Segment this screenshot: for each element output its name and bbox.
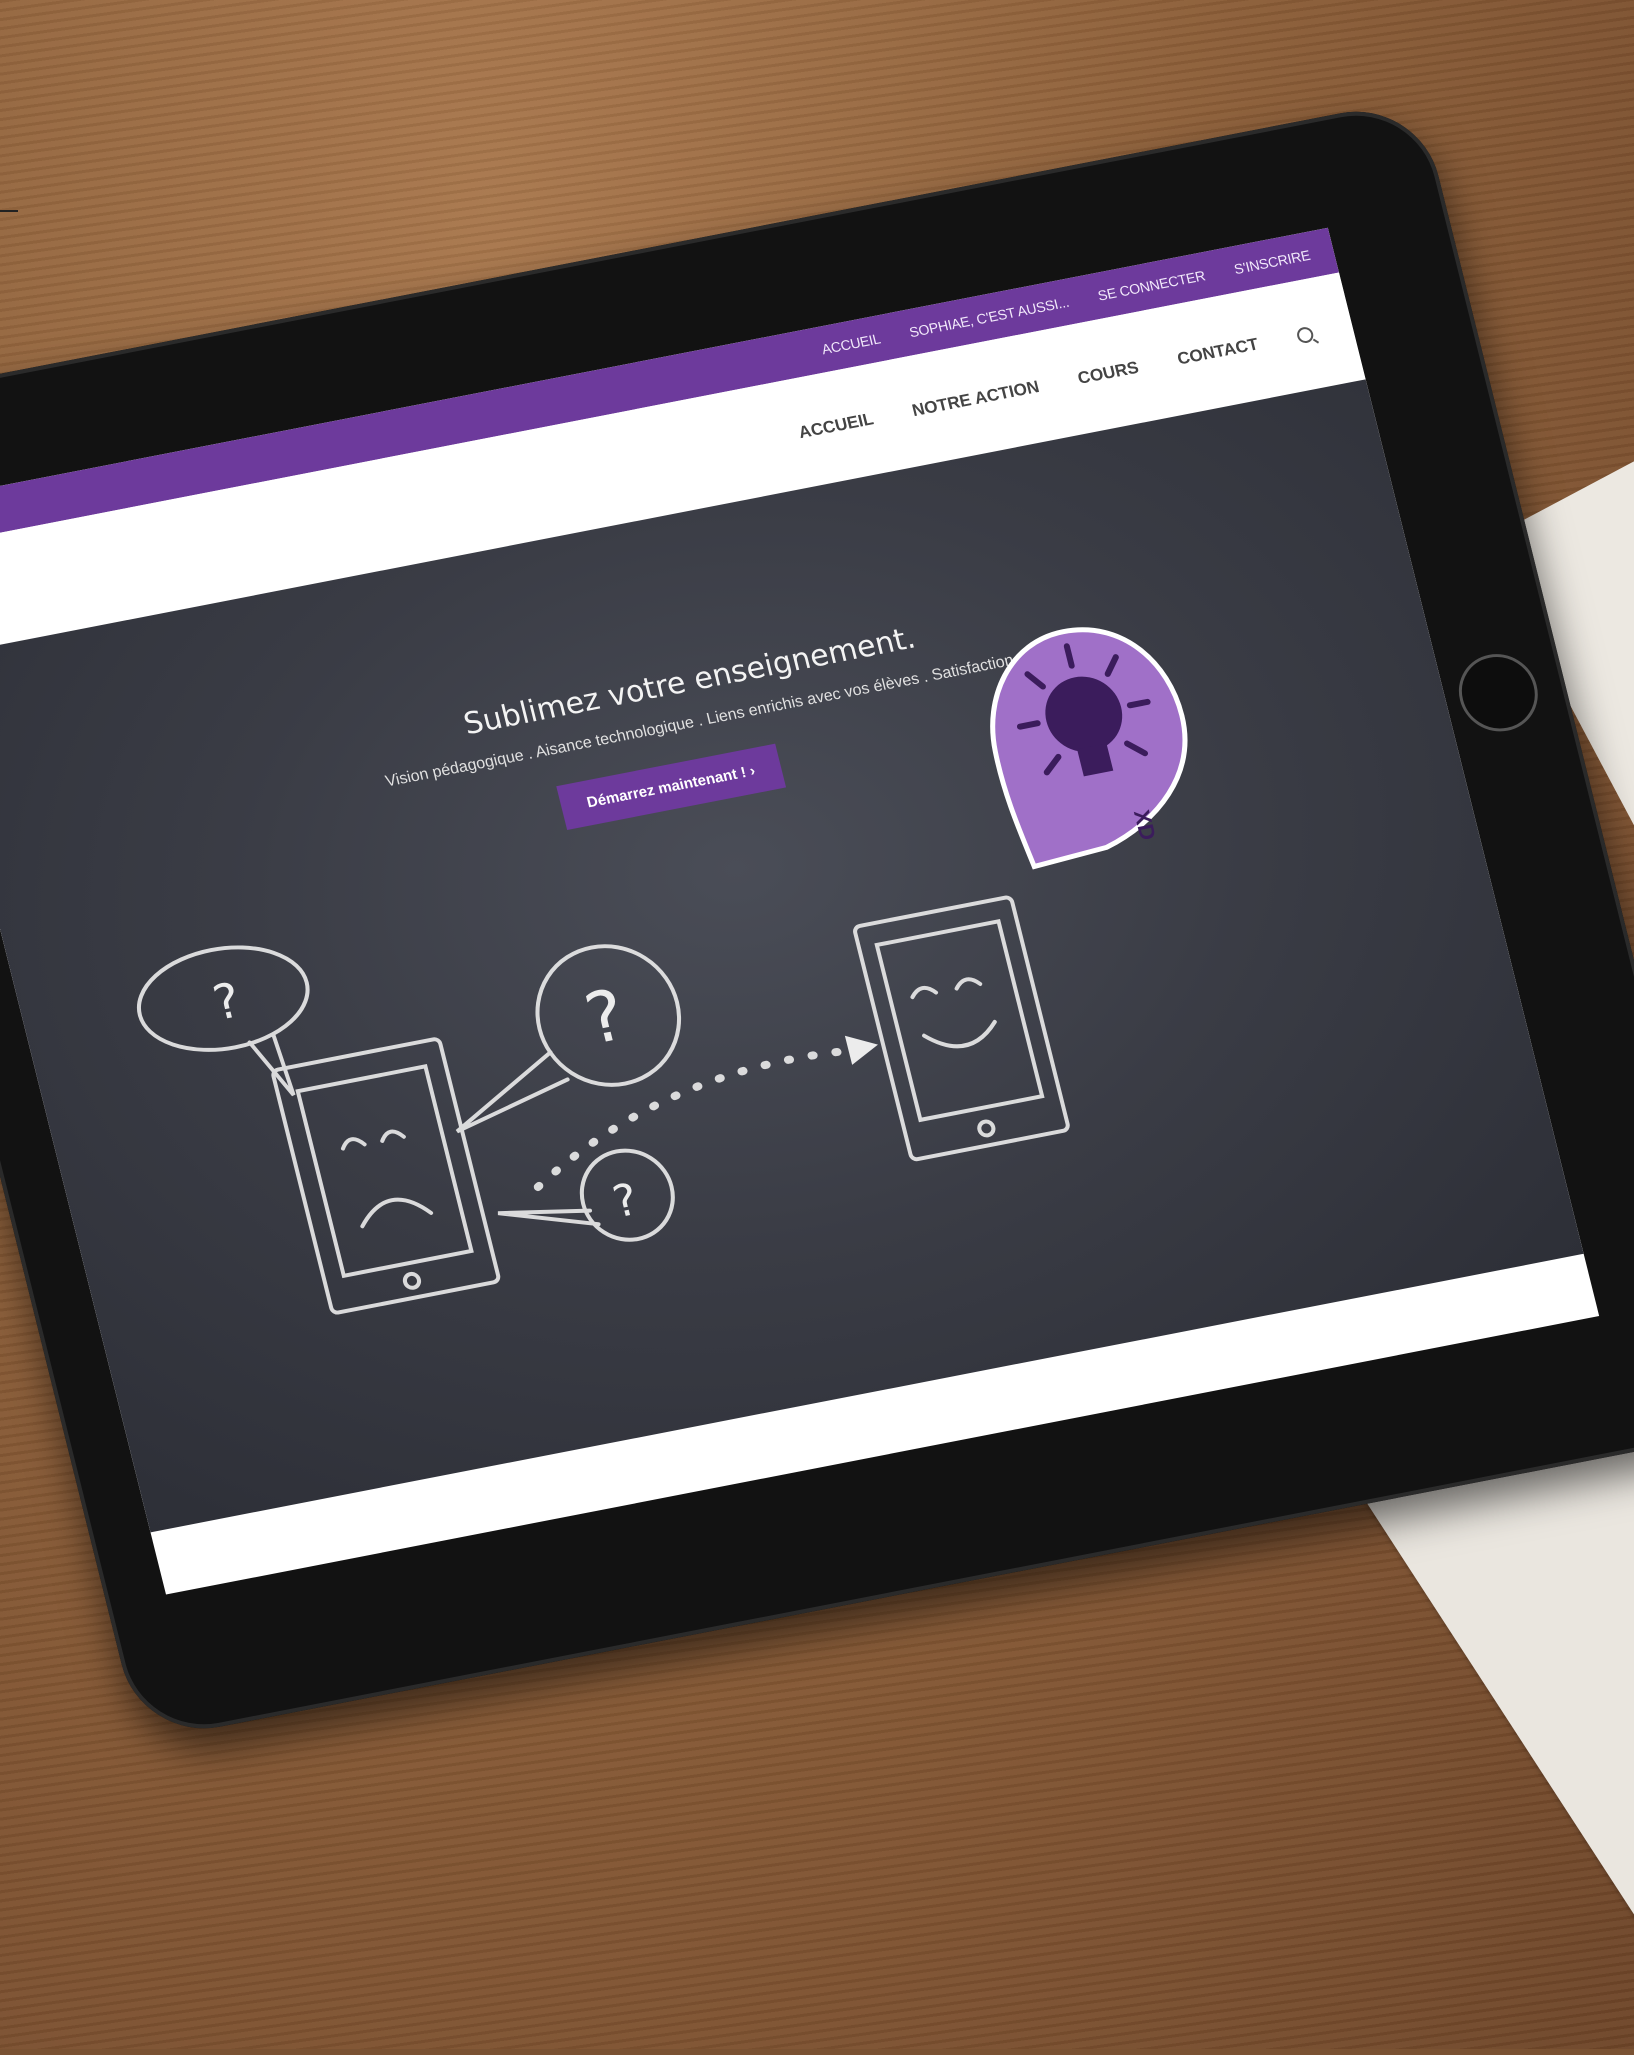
sad-tablet-screen <box>295 1064 474 1279</box>
nav-item-notre-action[interactable]: NOTRE ACTION <box>910 377 1041 421</box>
arrow-head-icon <box>844 1035 878 1065</box>
home-button[interactable] <box>1450 647 1547 739</box>
topbar-link-accueil[interactable]: ACCUEIL <box>820 330 882 357</box>
topbar-link-sinscrire[interactable]: S'INSCRIRE <box>1232 247 1311 277</box>
svg-text:?: ? <box>608 1174 643 1228</box>
nav-item-contact[interactable]: CONTACT <box>1175 334 1260 369</box>
svg-text:?: ? <box>208 972 247 1031</box>
svg-text:?: ? <box>577 974 633 1061</box>
nav-item-accueil[interactable]: ACCUEIL <box>797 409 876 443</box>
corner-line <box>0 210 18 212</box>
sad-mouth <box>360 1197 434 1229</box>
happy-tablet-icon <box>853 895 1070 1162</box>
sad-eye-left <box>340 1137 367 1151</box>
tablet-device: ACCUEIL SOPHIAE, C'EST AUSSI... SE CONNE… <box>0 97 1634 1743</box>
happy-mouth <box>922 1019 997 1049</box>
topbar-link-se-connecter[interactable]: SE CONNECTER <box>1096 267 1207 303</box>
search-icon[interactable] <box>1295 325 1315 345</box>
dotted-arrow <box>533 1047 848 1192</box>
nav-item-cours[interactable]: COURS <box>1076 358 1141 389</box>
sad-eye-right <box>380 1129 406 1143</box>
tablet-screen: ACCUEIL SOPHIAE, C'EST AUSSI... SE CONNE… <box>0 227 1600 1595</box>
sad-tablet-icon <box>271 1037 501 1315</box>
